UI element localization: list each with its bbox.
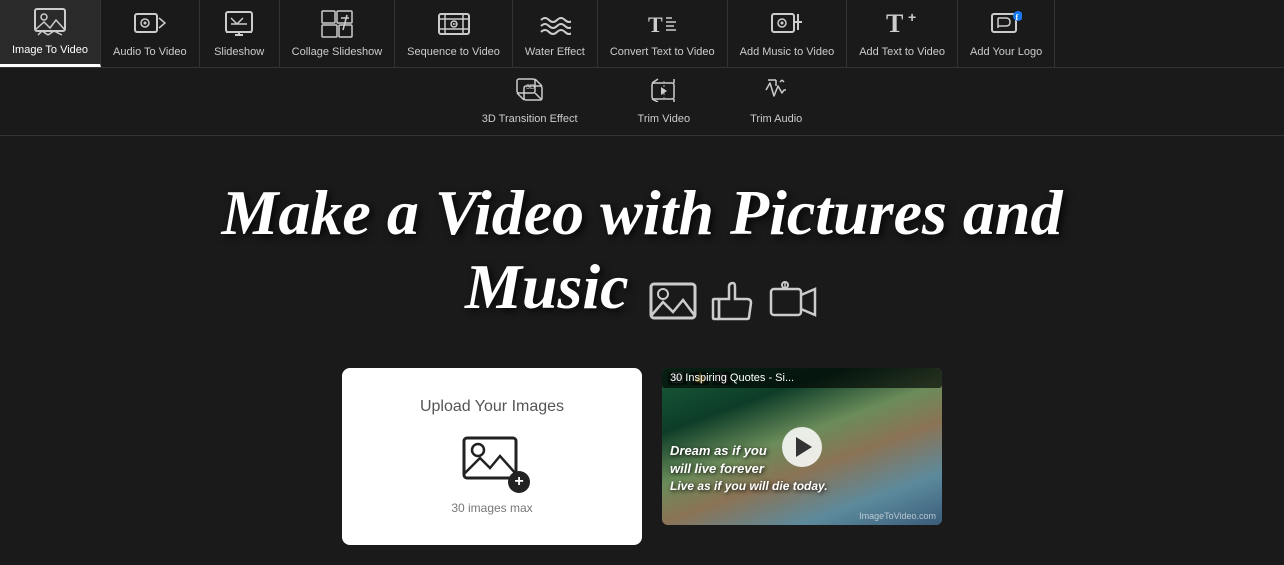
- nav-item-water-effect[interactable]: Water Effect: [513, 0, 598, 67]
- svg-text:T: T: [648, 12, 663, 37]
- nav-item-3d-transition[interactable]: 3D 3D Transition Effect: [452, 68, 608, 135]
- nav-item-add-text[interactable]: T + Add Text to Video: [847, 0, 958, 67]
- trim-audio-icon: [762, 78, 790, 109]
- nav-label-trim-video: Trim Video: [638, 113, 691, 125]
- hero-image-icon: [649, 280, 697, 327]
- nav-item-collage-slideshow[interactable]: Collage Slideshow: [280, 0, 396, 67]
- nav-label-sequence-to-video: Sequence to Video: [407, 46, 500, 58]
- nav-label-add-text: Add Text to Video: [859, 46, 945, 58]
- upload-plus-icon: +: [508, 471, 530, 493]
- trim-video-icon: [650, 78, 678, 109]
- hero-section: Make a Video with Pictures and Music: [0, 136, 1284, 348]
- video-title-bar: 30 Inspiring Quotes - Si...: [662, 368, 942, 388]
- sequence-to-video-icon: [438, 10, 470, 42]
- video-preview[interactable]: 🖼 👍 🎥 30 Inspiring Quotes - Si... Dream …: [662, 368, 942, 525]
- upload-icon-wrap: +: [462, 432, 522, 489]
- nav-label-trim-audio: Trim Audio: [750, 113, 802, 125]
- nav-item-add-music[interactable]: Add Music to Video: [728, 0, 848, 67]
- nav-item-convert-text[interactable]: T Convert Text to Video: [598, 0, 728, 67]
- nav-label-water-effect: Water Effect: [525, 46, 585, 58]
- main-content: Upload Your Images + 30 images max 🖼 👍 🎥…: [0, 348, 1284, 565]
- nav-item-add-logo[interactable]: f Add Your Logo: [958, 0, 1055, 67]
- hero-title: Make a Video with Pictures and Music: [20, 176, 1264, 328]
- svg-text:3D: 3D: [526, 84, 535, 91]
- upload-limit: 30 images max: [451, 501, 532, 515]
- nav-label-add-logo: Add Your Logo: [970, 46, 1042, 58]
- video-quote: Dream as if you will live forever Live a…: [670, 442, 934, 495]
- nav-label-3d-transition: 3D Transition Effect: [482, 113, 578, 125]
- convert-text-icon: T: [646, 10, 678, 42]
- nav-item-trim-video[interactable]: Trim Video: [608, 68, 721, 135]
- upload-label: Upload Your Images: [420, 398, 564, 416]
- quote-line1: Dream as if you: [670, 442, 934, 460]
- nav-item-slideshow[interactable]: Slideshow: [200, 0, 280, 67]
- quote-line2: will live forever: [670, 460, 934, 478]
- add-music-icon: [771, 10, 803, 42]
- nav-label-image-to-video: Image To Video: [12, 44, 88, 56]
- nav-label-add-music: Add Music to Video: [740, 46, 835, 58]
- add-logo-icon: f: [990, 10, 1022, 42]
- nav-item-image-to-video[interactable]: Image To Video: [0, 0, 101, 67]
- water-effect-icon: [539, 10, 571, 42]
- nav-label-slideshow: Slideshow: [214, 46, 264, 58]
- audio-to-video-icon: [134, 10, 166, 42]
- collage-slideshow-icon: [321, 10, 353, 42]
- video-title-text: 30 Inspiring Quotes - Si...: [670, 372, 794, 384]
- 3d-transition-icon: 3D: [516, 78, 544, 109]
- nav-item-trim-audio[interactable]: Trim Audio: [720, 68, 832, 135]
- svg-text:T: T: [886, 10, 903, 38]
- svg-text:f: f: [1016, 13, 1019, 22]
- slideshow-icon: [223, 10, 255, 42]
- video-thumbnail: 🖼 👍 🎥 30 Inspiring Quotes - Si... Dream …: [662, 368, 942, 525]
- image-to-video-icon: [34, 8, 66, 40]
- video-watermark: ImageToVideo.com: [859, 511, 936, 521]
- top-navigation: Image To Video Audio To Video Slideshow: [0, 0, 1284, 68]
- nav-item-audio-to-video[interactable]: Audio To Video: [101, 0, 200, 67]
- nav-label-audio-to-video: Audio To Video: [113, 46, 187, 58]
- hero-thumbsup-icon: [711, 279, 755, 328]
- quote-line3: Live as if you will die today.: [670, 478, 934, 495]
- upload-box[interactable]: Upload Your Images + 30 images max: [342, 368, 642, 545]
- second-navigation: 3D 3D Transition Effect Trim Video: [0, 68, 1284, 136]
- add-text-icon: T +: [886, 10, 918, 42]
- hero-video-icon: [769, 281, 819, 326]
- nav-label-convert-text: Convert Text to Video: [610, 46, 715, 58]
- nav-item-sequence-to-video[interactable]: Sequence to Video: [395, 0, 513, 67]
- nav-label-collage-slideshow: Collage Slideshow: [292, 46, 383, 58]
- svg-text:+: +: [908, 10, 916, 25]
